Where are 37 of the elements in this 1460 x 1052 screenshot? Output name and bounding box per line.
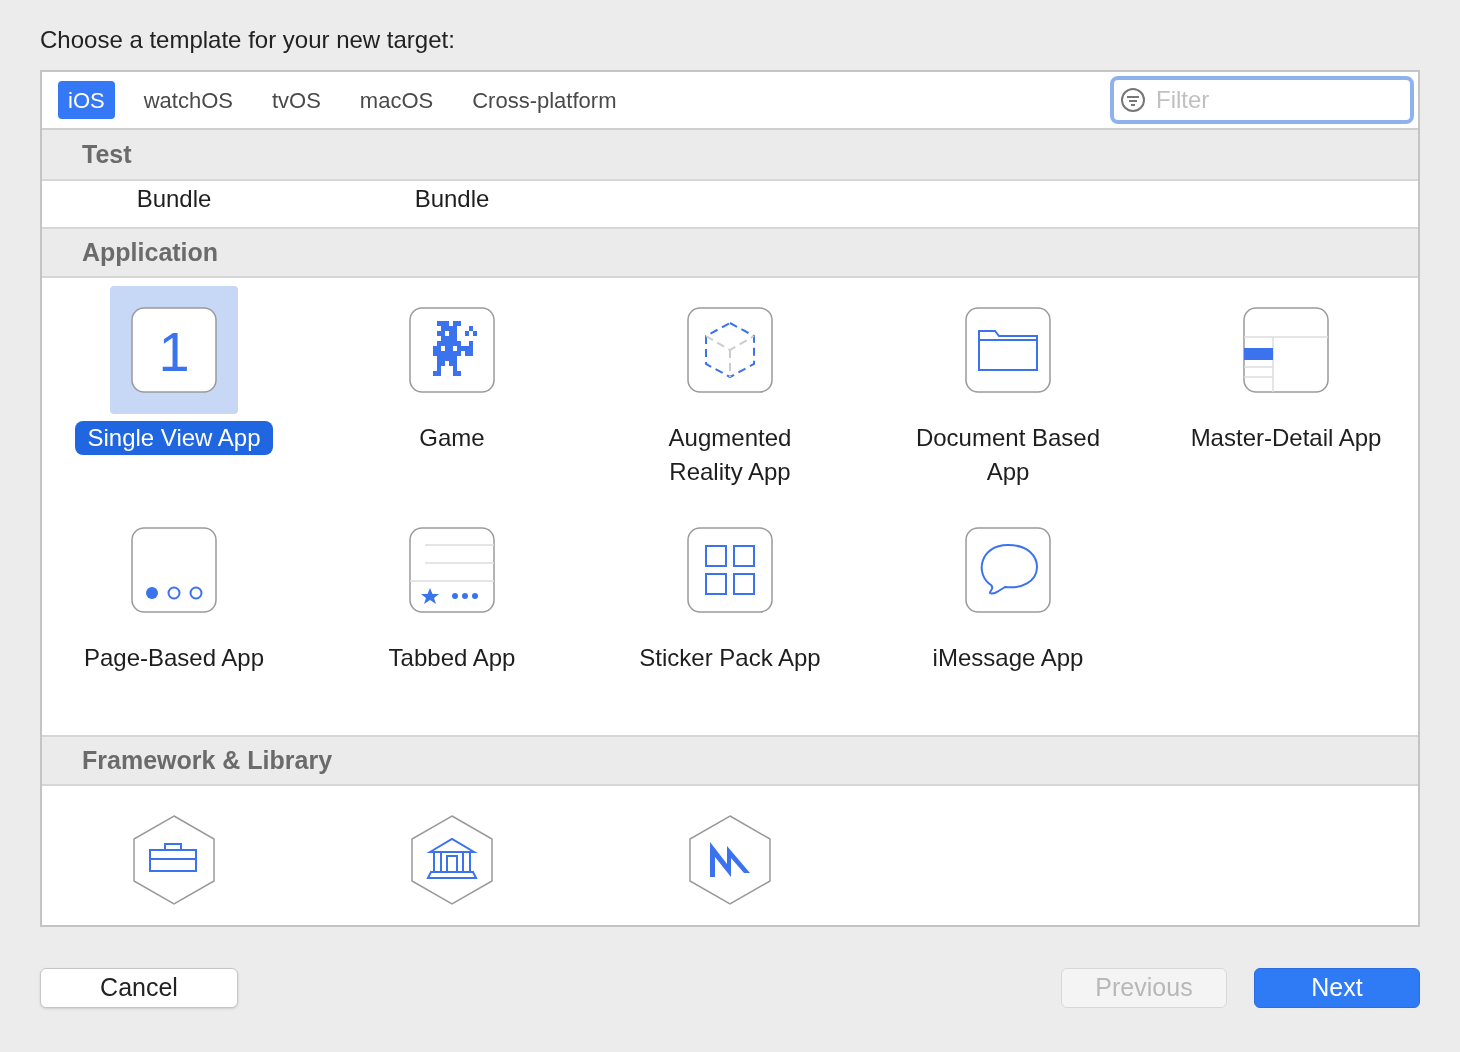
section-header: Test: [82, 138, 132, 170]
filter-field[interactable]: Filter: [1110, 76, 1414, 124]
cube-icon: [687, 307, 773, 393]
template-label[interactable]: Document Based App: [898, 421, 1118, 489]
template-label[interactable]: Bundle: [402, 182, 502, 216]
section-header: Application: [82, 236, 219, 268]
folder-icon: [965, 307, 1051, 393]
section-header: Framework & Library: [82, 744, 333, 776]
platform-tab[interactable]: Cross-platform: [462, 81, 627, 119]
platform-tab[interactable]: watchOS: [133, 81, 243, 119]
template-label[interactable]: Sticker Pack App: [627, 641, 833, 675]
zigzag-icon: [688, 815, 772, 905]
dialog-prompt: Choose a template for your new target:: [40, 25, 456, 55]
template-label[interactable]: Master-Detail App: [1178, 421, 1394, 455]
speech-bubble-icon: [965, 527, 1051, 613]
template-label[interactable]: Page-Based App: [71, 641, 277, 675]
template-label[interactable]: Tabbed App: [376, 641, 528, 675]
dialog-button[interactable]: Cancel: [40, 968, 238, 1008]
pixel-character-icon: [409, 307, 495, 393]
template-label[interactable]: Single View App: [75, 421, 273, 455]
template-label[interactable]: Game: [407, 421, 497, 455]
template-label[interactable]: Augmented Reality App: [620, 421, 840, 489]
building-icon: [410, 815, 494, 905]
template-tile[interactable]: 1: [110, 286, 238, 414]
platform-tab[interactable]: iOS: [58, 81, 115, 119]
grid-icon: [687, 527, 773, 613]
page-dots-icon: [131, 527, 217, 613]
toolbox-icon: [132, 815, 216, 905]
platform-tab[interactable]: macOS: [349, 81, 444, 119]
next-button[interactable]: Next: [1254, 968, 1420, 1008]
platform-tab[interactable]: tvOS: [261, 81, 331, 119]
split-view-icon: [1243, 307, 1329, 393]
tab-bar-icon: [409, 527, 495, 613]
filter-icon: [1120, 87, 1146, 113]
template-label[interactable]: Bundle: [124, 182, 224, 216]
template-label[interactable]: iMessage App: [920, 641, 1096, 675]
number-one-icon: 1: [131, 307, 217, 393]
